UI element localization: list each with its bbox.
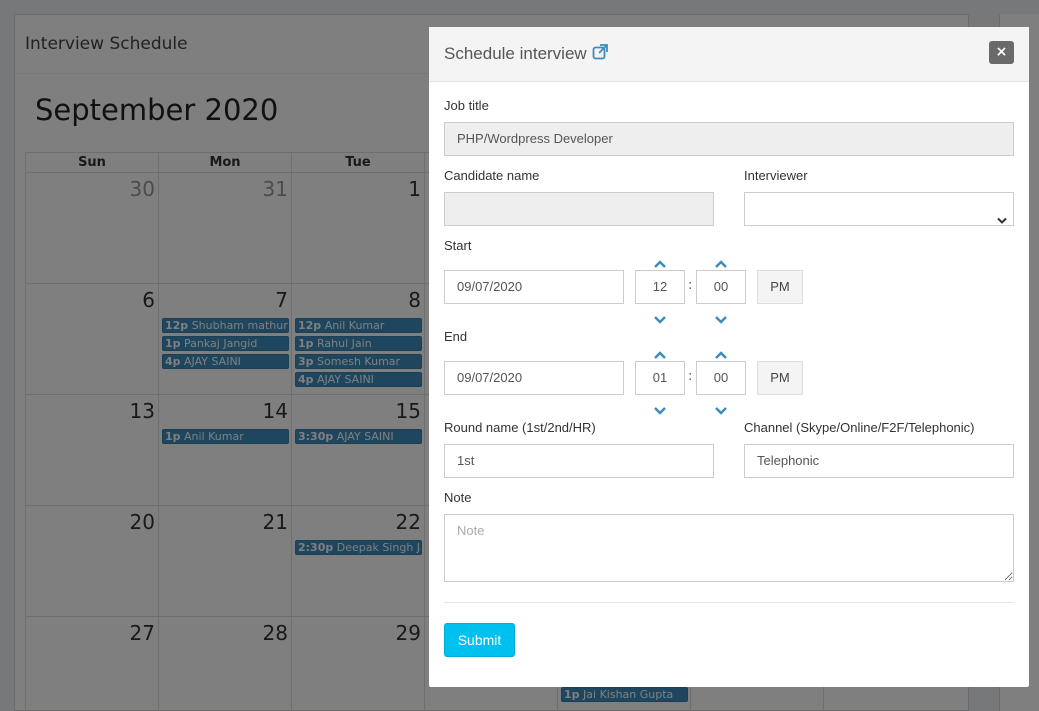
start-label: Start (444, 238, 472, 253)
time-separator: : (688, 369, 693, 384)
job-title-label: Job title (444, 98, 489, 113)
note-label: Note (444, 490, 472, 505)
interviewer-select[interactable] (744, 192, 1014, 226)
end-date-input[interactable]: 09/07/2020 (444, 361, 624, 395)
round-name-input[interactable]: 1st (444, 444, 714, 478)
modal-header: Schedule interview × (429, 27, 1029, 82)
channel-input[interactable]: Telephonic (744, 444, 1014, 478)
end-label: End (444, 329, 468, 344)
start-date-input[interactable]: 09/07/2020 (444, 270, 624, 304)
note-textarea[interactable] (444, 514, 1014, 582)
chevron-down-icon[interactable] (653, 310, 667, 324)
start-hour-input[interactable]: 12 (635, 270, 685, 304)
candidate-name-field[interactable] (444, 192, 714, 226)
chevron-up-icon[interactable] (653, 254, 667, 268)
submit-button[interactable]: Submit (444, 623, 515, 657)
end-hour-input[interactable]: 01 (635, 361, 685, 395)
candidate-name-label: Candidate name (444, 168, 540, 183)
end-minute-input[interactable]: 00 (696, 361, 746, 395)
external-link-icon[interactable] (592, 44, 608, 64)
time-separator: : (688, 278, 693, 293)
close-button[interactable]: × (989, 41, 1014, 64)
chevron-down-icon[interactable] (653, 401, 667, 415)
footer-divider (444, 602, 1014, 603)
chevron-up-icon[interactable] (653, 345, 667, 359)
schedule-interview-modal: Schedule interview × Job title PHP/Wordp… (429, 27, 1029, 687)
chevron-down-icon[interactable] (714, 401, 728, 415)
chevron-down-icon (997, 205, 1007, 237)
modal-title: Schedule interview (444, 44, 587, 63)
start-ampm-toggle[interactable]: PM (757, 270, 803, 304)
end-ampm-toggle[interactable]: PM (757, 361, 803, 395)
start-minute-input[interactable]: 00 (696, 270, 746, 304)
chevron-down-icon[interactable] (714, 310, 728, 324)
job-title-field[interactable]: PHP/Wordpress Developer (444, 122, 1014, 156)
chevron-up-icon[interactable] (714, 254, 728, 268)
round-name-label: Round name (1st/2nd/HR) (444, 420, 596, 435)
chevron-up-icon[interactable] (714, 345, 728, 359)
channel-label: Channel (Skype/Online/F2F/Telephonic) (744, 420, 975, 435)
interviewer-label: Interviewer (744, 168, 808, 183)
